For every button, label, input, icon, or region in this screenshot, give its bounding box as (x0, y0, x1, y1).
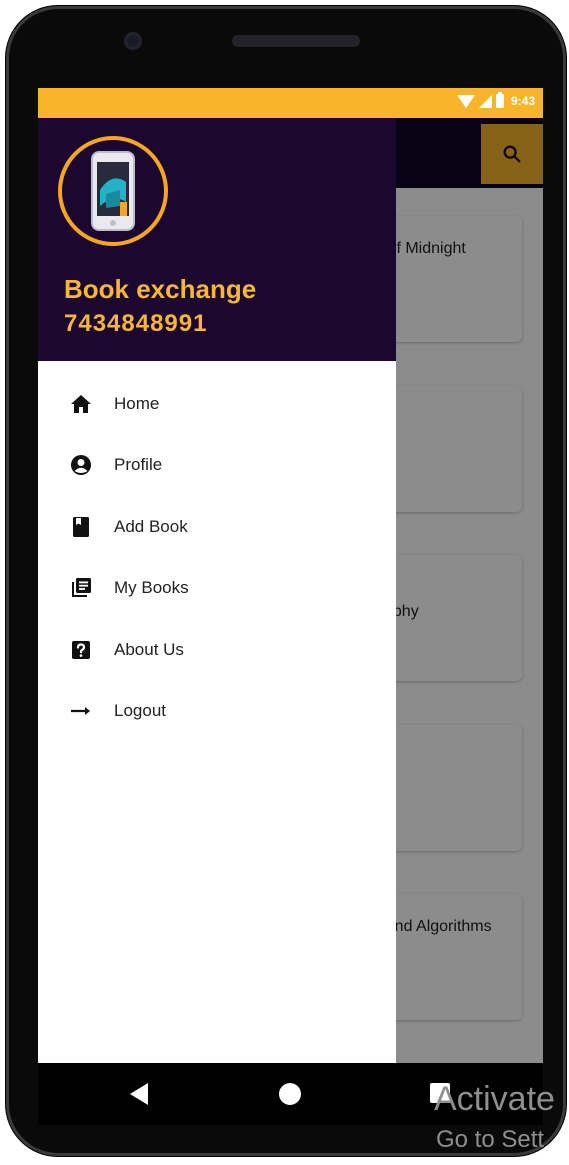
library-books-icon (72, 578, 91, 598)
drawer-header: Book exchange 7434848991 (38, 118, 396, 361)
user-phone-number: 7434848991 (64, 310, 208, 337)
wifi-icon (456, 94, 475, 108)
drawer-item-label: Home (114, 393, 160, 413)
account-circle-icon (71, 455, 91, 476)
status-time: 9:43 (510, 94, 535, 108)
activation-watermark-title: Activate (434, 1080, 555, 1118)
drawer-item-label: My Books (114, 578, 189, 598)
drawer-item-logout[interactable]: Logout (38, 681, 396, 743)
drawer-item-profile[interactable]: Profile (38, 435, 396, 497)
home-circle-icon[interactable] (279, 1083, 301, 1105)
drawer-menu: Home Profile Add Book My Books About Us … (38, 373, 396, 742)
navigation-drawer: Book exchange 7434848991 Home Profile Ad… (38, 118, 396, 1063)
earpiece-speaker (232, 35, 360, 47)
drawer-item-label: Profile (114, 455, 163, 475)
arrow-right-icon (71, 707, 90, 716)
status-bar: 9:43 (38, 88, 543, 118)
drawer-item-add-book[interactable]: Add Book (38, 496, 396, 558)
help-icon (72, 640, 90, 659)
drawer-item-about-us[interactable]: About Us (38, 619, 396, 681)
status-icons: 9:43 (456, 92, 535, 108)
drawer-item-label: Logout (114, 701, 166, 721)
book-icon (73, 516, 89, 537)
activation-watermark-subtitle: Go to Sett (436, 1126, 545, 1153)
signal-icon (478, 94, 492, 108)
front-camera (124, 32, 142, 50)
back-icon[interactable] (130, 1083, 148, 1105)
app-name: Book exchange (64, 274, 257, 304)
phone-book-logo-icon (91, 151, 135, 231)
drawer-item-home[interactable]: Home (38, 373, 396, 435)
home-icon (71, 394, 91, 413)
drawer-item-my-books[interactable]: My Books (38, 558, 396, 620)
app-logo (58, 136, 168, 246)
battery-icon (495, 92, 504, 108)
phone-screen: 9:43 Of Midnight aphy And Algorithms Boo… (38, 88, 543, 1063)
drawer-item-label: Add Book (114, 516, 188, 536)
drawer-item-label: About Us (114, 639, 184, 659)
